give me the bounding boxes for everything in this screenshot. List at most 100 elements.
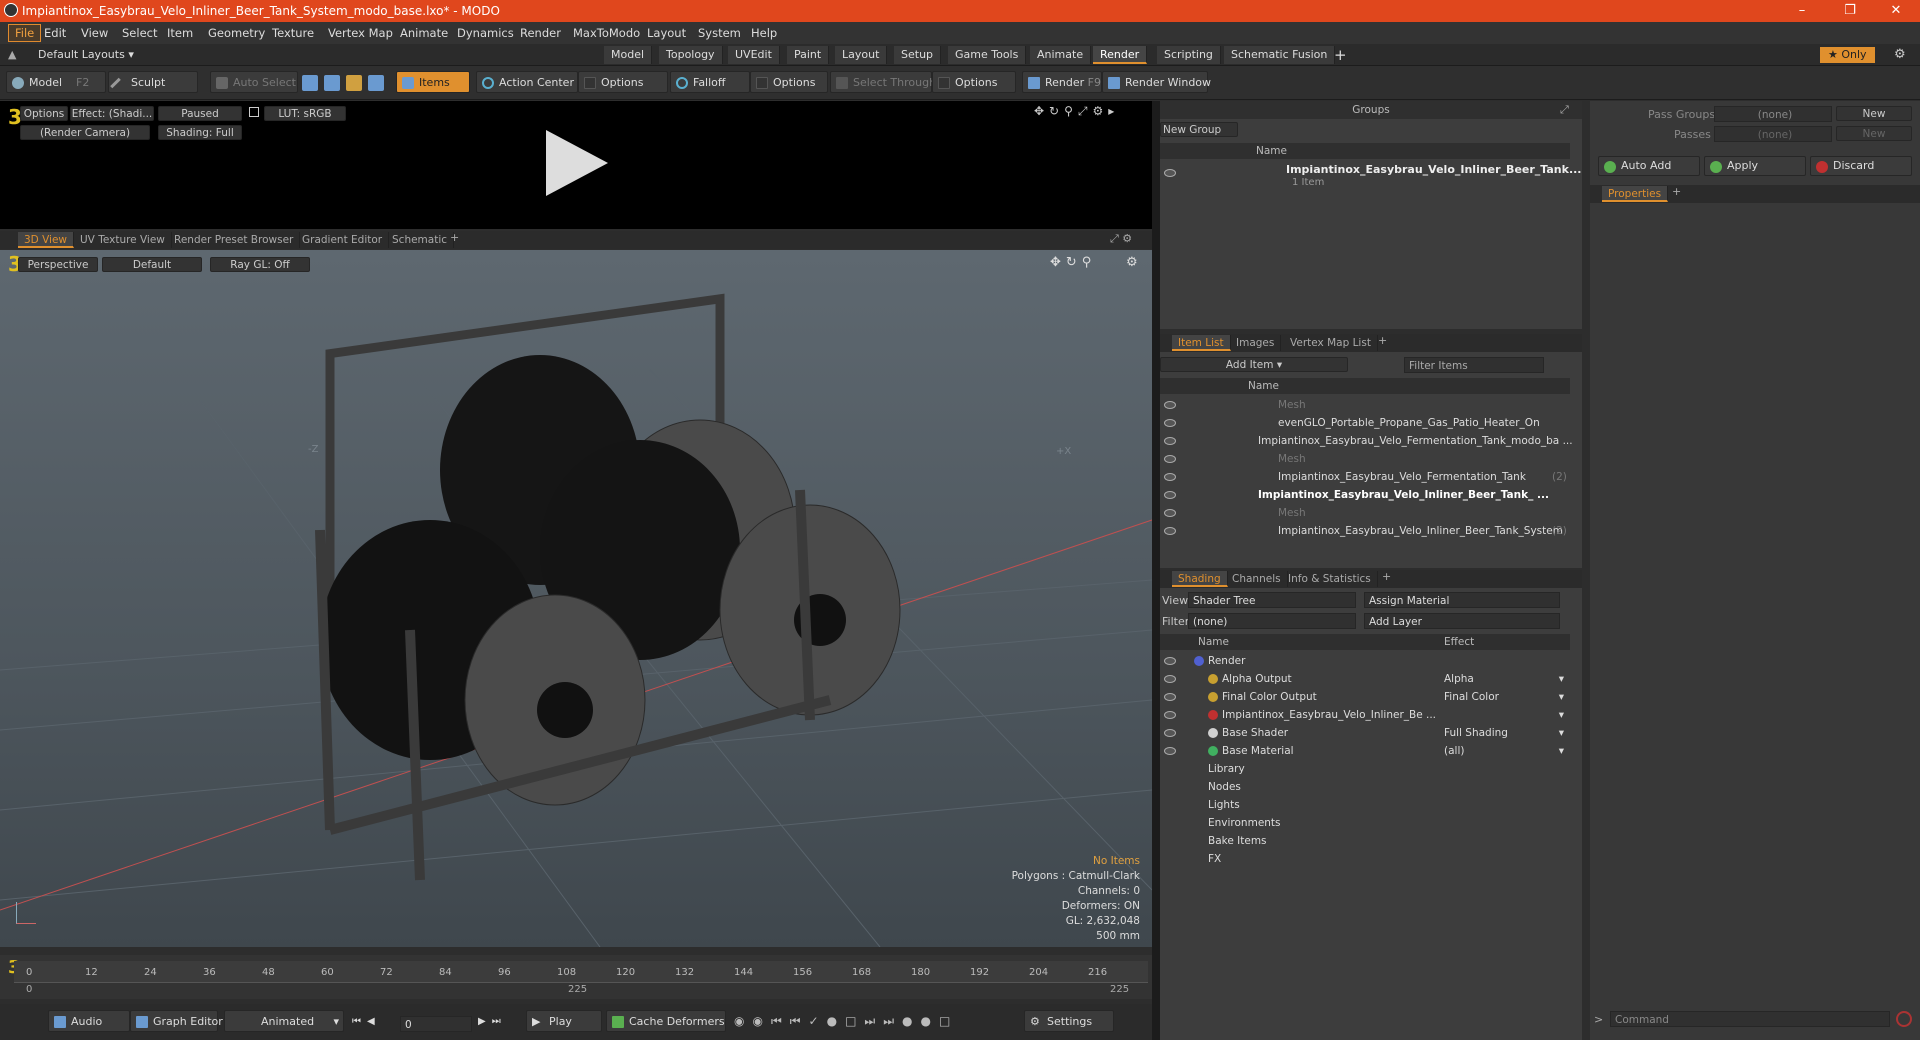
transport-prev-icons[interactable]: ⏮◀ (352, 1016, 381, 1027)
groups-expand-icon[interactable]: ⤢ (1560, 103, 1569, 117)
new-pass-button[interactable]: New (1836, 126, 1912, 141)
tab-gradient-editor[interactable]: Gradient Editor (296, 232, 390, 248)
render-button[interactable]: Render F9 (1022, 71, 1102, 93)
tab-render-preset-browser[interactable]: Render Preset Browser (168, 232, 301, 248)
materials-mode-icon[interactable] (368, 75, 384, 91)
tab-schematic-fusion[interactable]: Schematic Fusion (1224, 46, 1336, 64)
shader-tree-row[interactable]: Bake Items (1160, 832, 1570, 850)
preview-shading-dropdown[interactable]: Shading: Full (158, 125, 242, 140)
menu-system[interactable]: System (698, 26, 741, 40)
close-icon[interactable]: ✕ (1876, 0, 1916, 22)
preview-lut-dropdown[interactable]: LUT: sRGB (264, 106, 346, 121)
shader-tree-row[interactable]: Final Color Output Final Color ▾ (1160, 688, 1570, 706)
only-toggle[interactable]: ★ Only (1820, 47, 1875, 63)
shader-effect-dropdown[interactable]: (all) ▾ (1444, 742, 1568, 760)
eye-icon[interactable] (1164, 473, 1176, 481)
tab-uv-texture-view[interactable]: UV Texture View (74, 232, 172, 248)
menu-file[interactable]: File (8, 24, 42, 42)
eye-icon[interactable] (1164, 675, 1176, 683)
shader-tree-row[interactable]: Base Material (all) ▾ (1160, 742, 1570, 760)
pass-groups-dropdown[interactable]: (none) (1714, 106, 1832, 122)
audio-button[interactable]: Audio (48, 1010, 130, 1032)
menu-maxtomodo[interactable]: MaxToModo (573, 26, 640, 40)
collapse-icon[interactable]: ▲ (8, 48, 16, 61)
shader-tree-row[interactable]: Environments (1160, 814, 1570, 832)
eye-icon[interactable] (1164, 455, 1176, 463)
tab-paint[interactable]: Paint (787, 46, 830, 64)
tab-game-tools[interactable]: Game Tools (948, 46, 1027, 64)
options-button-2[interactable]: Options (750, 71, 828, 93)
add-properties-tab-icon[interactable]: + (1672, 185, 1681, 198)
new-group-button[interactable]: New Group (1160, 122, 1238, 137)
preview-camera-dropdown[interactable]: (Render Camera) (20, 125, 150, 140)
tab-scripting[interactable]: Scripting (1157, 46, 1221, 64)
assign-material-dropdown[interactable]: Assign Material (1364, 592, 1560, 608)
menu-select[interactable]: Select (122, 26, 157, 40)
shader-tree-row[interactable]: Render (1160, 652, 1570, 670)
view-dropdown[interactable]: Shader Tree (1188, 592, 1356, 608)
restore-icon[interactable]: ❐ (1830, 0, 1870, 22)
new-pass-group-button[interactable]: New (1836, 106, 1912, 121)
apply-button[interactable]: Apply (1704, 156, 1806, 176)
animated-dropdown[interactable]: Animated ▾ (224, 1010, 344, 1032)
list-item[interactable]: evenGLO_Portable_Propane_Gas_Patio_Heate… (1160, 414, 1570, 432)
filter-items-field[interactable]: Filter Items (1404, 357, 1544, 373)
shader-tree-row[interactable]: Library (1160, 760, 1570, 778)
tab-model[interactable]: Model (604, 46, 653, 64)
stop-command-icon[interactable] (1896, 1011, 1912, 1027)
menu-animate[interactable]: Animate (400, 26, 448, 40)
tab-topology[interactable]: Topology (659, 46, 723, 64)
filter-dropdown[interactable]: (none) (1188, 613, 1356, 629)
play-button[interactable]: ▶ Play (526, 1010, 602, 1032)
group-item-name[interactable]: Impiantinox_Easybrau_Velo_Inliner_Beer_T… (1286, 163, 1581, 176)
menu-help[interactable]: Help (751, 26, 777, 40)
shader-effect-dropdown[interactable]: Alpha ▾ (1444, 670, 1568, 688)
tab-uvedit[interactable]: UVEdit (728, 46, 780, 64)
eye-icon[interactable] (1164, 419, 1176, 427)
preview-options-button[interactable]: Options (20, 106, 68, 121)
auto-select-button[interactable]: Auto Select (210, 71, 298, 93)
tab-vertex-map-list[interactable]: Vertex Map List (1284, 335, 1378, 351)
options-button-3[interactable]: Options (932, 71, 1016, 93)
tab-render[interactable]: Render (1093, 46, 1148, 64)
eye-icon[interactable] (1164, 527, 1176, 535)
add-item-dropdown[interactable]: Add Item ▾ (1160, 357, 1348, 372)
add-layer-dropdown[interactable]: Add Layer (1364, 613, 1560, 629)
eye-icon[interactable] (1164, 657, 1176, 665)
edges-mode-icon[interactable] (324, 75, 340, 91)
list-item[interactable]: Impiantinox_Easybrau_Velo_Inliner_Beer_T… (1160, 486, 1570, 504)
options-button-1[interactable]: Options (578, 71, 668, 93)
eye-icon[interactable] (1164, 729, 1176, 737)
minimize-icon[interactable]: – (1782, 0, 1822, 22)
graph-editor-button[interactable]: Graph Editor (130, 1010, 223, 1032)
menu-texture[interactable]: Texture (272, 26, 314, 40)
raygl-dropdown[interactable]: Ray GL: Off (210, 257, 310, 272)
viewport-expand-icon[interactable]: ⤢ ⚙ (1110, 232, 1132, 246)
shader-tree-row[interactable]: Lights (1160, 796, 1570, 814)
vertices-mode-icon[interactable] (302, 75, 318, 91)
cache-deformers-button[interactable]: Cache Deformers (606, 1010, 726, 1032)
preview-effect-dropdown[interactable]: Effect: (Shadi... (70, 106, 154, 121)
default-dropdown[interactable]: Default (102, 257, 202, 272)
timeline[interactable]: 3 01224364860728496108120132144156168180… (0, 955, 1152, 999)
shader-tree-row[interactable]: Base Shader Full Shading ▾ (1160, 724, 1570, 742)
transport-next-icons[interactable]: ▶⏭ (478, 1016, 507, 1027)
eye-icon[interactable] (1164, 401, 1176, 409)
menu-layout[interactable]: Layout (647, 26, 686, 40)
menu-item[interactable]: Item (167, 26, 193, 40)
keyframe-tool-icons[interactable]: ◉◉⏮⏮✓●□⏭⏭●●□ (734, 1014, 958, 1029)
menu-dynamics[interactable]: Dynamics (457, 26, 514, 40)
list-item[interactable]: Mesh (1160, 396, 1570, 414)
discard-button[interactable]: Discard (1810, 156, 1912, 176)
gear-icon[interactable]: ⚙ (1894, 47, 1906, 62)
select-through-button[interactable]: Select Through (830, 71, 936, 93)
tab-schematic[interactable]: Schematic (386, 232, 455, 248)
tab-channels[interactable]: Channels (1226, 571, 1288, 587)
shader-tree-row[interactable]: Impiantinox_Easybrau_Velo_Inliner_Be ...… (1160, 706, 1570, 724)
add-viewport-tab-icon[interactable]: + (450, 231, 459, 244)
tab-images[interactable]: Images (1230, 335, 1282, 351)
tab-animate[interactable]: Animate (1030, 46, 1092, 64)
shader-effect-dropdown[interactable]: Final Color ▾ (1444, 688, 1568, 706)
viewport-3d[interactable]: 3 Perspective Default Ray GL: Off ✥↻⚲ ⚙ … (0, 250, 1152, 947)
preview-nav-icons[interactable]: ✥↻⚲⤢⚙▸ (1034, 104, 1119, 119)
